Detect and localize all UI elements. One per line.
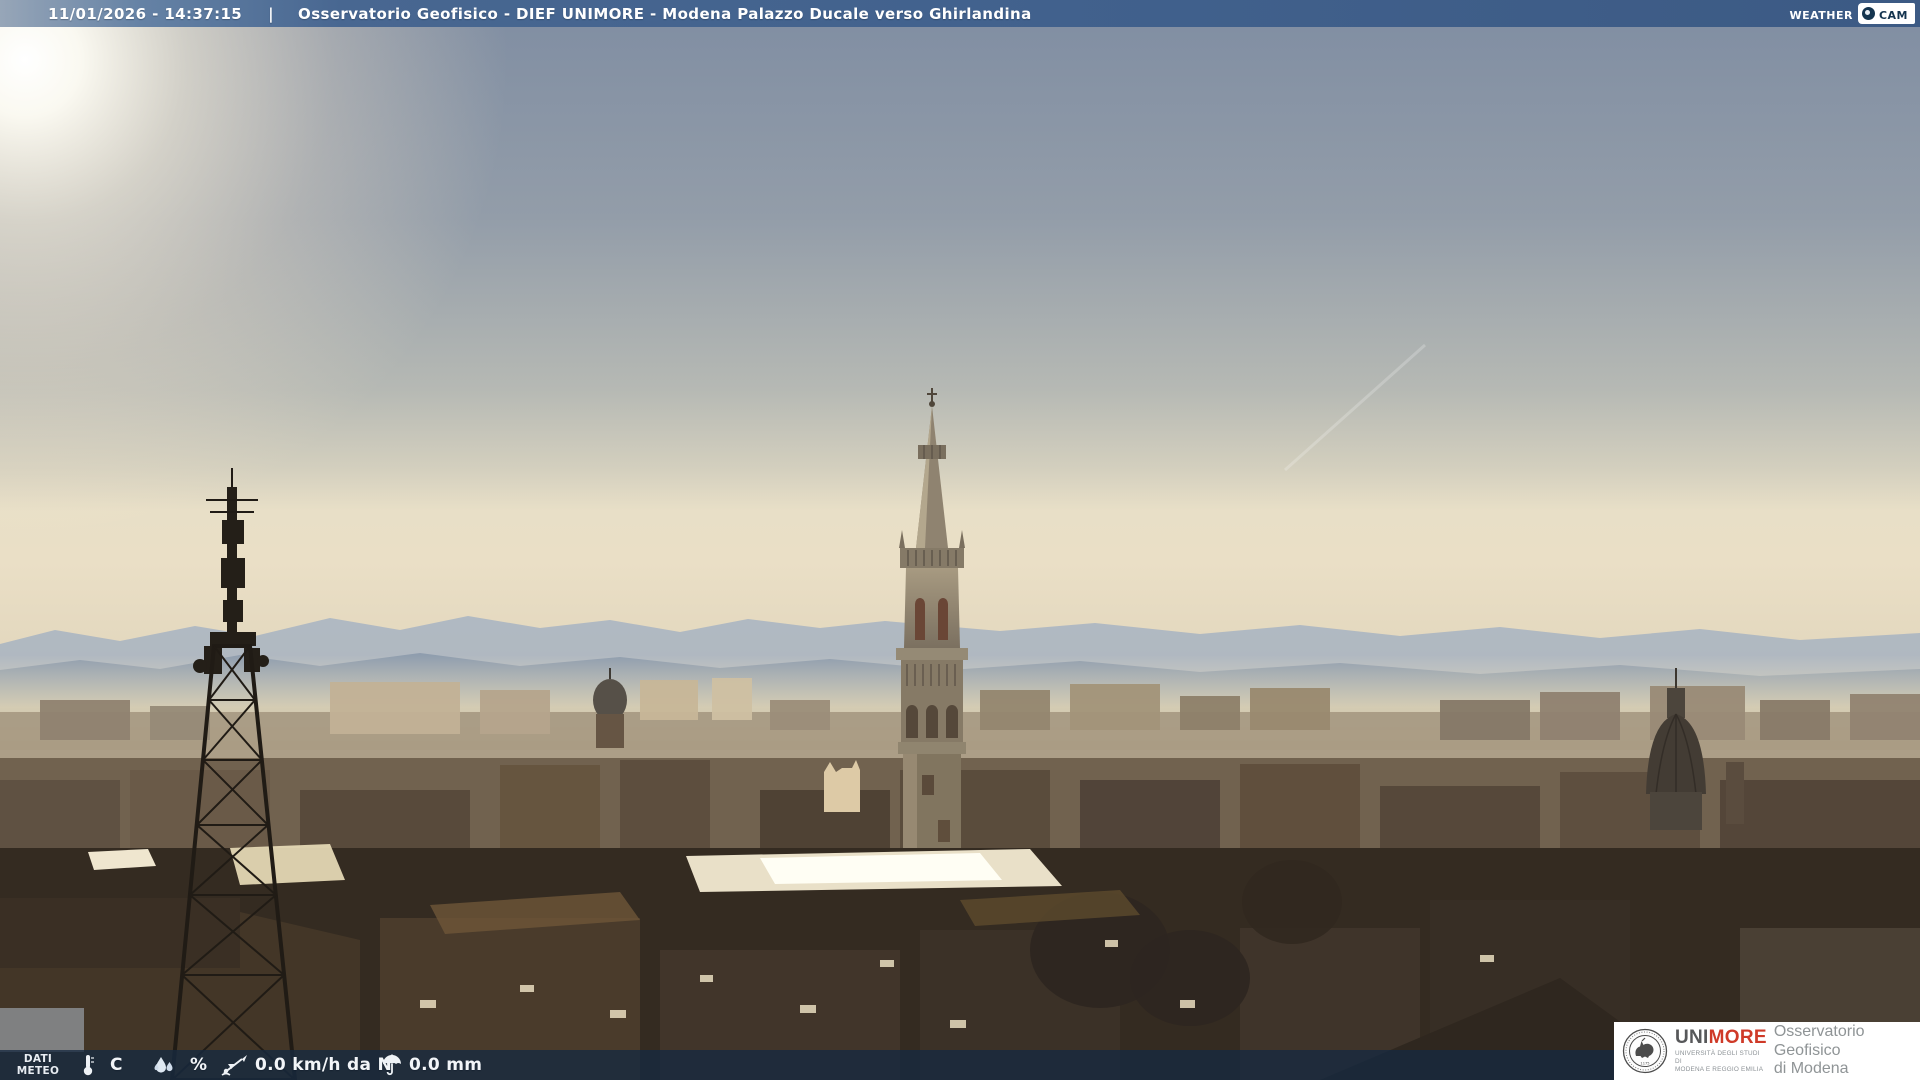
wind-value: 0.0 km/h da N	[255, 1055, 392, 1075]
observatory-name-line2: di Modena	[1774, 1060, 1912, 1079]
wind-readout: 0.0 km/h da N	[220, 1050, 392, 1080]
webcam-page: 11/01/2026 - 14:37:15 | Osservatorio Geo…	[0, 0, 1920, 1080]
unimore-uni: UNI	[1675, 1027, 1709, 1048]
weathercam-logo[interactable]: Weather Cam	[1789, 0, 1915, 27]
unimore-wordmark: UNIMORE UNIVERSITÀ DEGLI STUDI DI MODENA…	[1675, 1028, 1767, 1075]
top-info-bar: 11/01/2026 - 14:37:15 | Osservatorio Geo…	[0, 0, 1920, 27]
camera-lens-icon	[1862, 7, 1875, 20]
wind-vane-icon	[220, 1054, 248, 1076]
page-title: Osservatorio Geofisico - DIEF UNIMORE - …	[298, 5, 1032, 23]
observatory-name-line1: Osservatorio Geofisico	[1774, 1023, 1912, 1061]
drops-icon	[152, 1055, 176, 1075]
umbrella-icon	[382, 1054, 402, 1076]
separator: |	[268, 5, 274, 23]
webcam-photo	[0, 0, 1920, 1080]
temperature-readout: C	[80, 1050, 123, 1080]
seal-year: 1175	[1640, 1062, 1649, 1066]
unimore-subtitle-1: UNIVERSITÀ DEGLI STUDI DI	[1675, 1050, 1767, 1067]
unimore-subtitle-2: MODENA E REGGIO EMILIA	[1675, 1066, 1767, 1074]
unimore-more: MORE	[1709, 1027, 1767, 1048]
humidity-readout: %	[152, 1050, 207, 1080]
humidity-unit: %	[190, 1055, 207, 1075]
unimore-seal-icon: 1175	[1622, 1028, 1668, 1074]
thermometer-icon	[80, 1054, 96, 1076]
observatory-name: Osservatorio Geofisico di Modena	[1774, 1023, 1912, 1080]
timestamp: 11/01/2026 - 14:37:15	[48, 5, 242, 23]
rain-readout: 0.0 mm	[382, 1050, 482, 1080]
temperature-unit: C	[110, 1055, 123, 1075]
weathercam-cam-label: Cam	[1879, 6, 1908, 22]
rain-value: 0.0 mm	[409, 1055, 482, 1075]
weathercam-cam-box: Cam	[1858, 3, 1915, 24]
unimore-logo-plate[interactable]: 1175 UNIMORE UNIVERSITÀ DEGLI STUDI DI M…	[1614, 1022, 1920, 1080]
dati-meteo-label: DATI METEO	[16, 1053, 60, 1077]
weathercam-weather-label: Weather	[1789, 6, 1853, 22]
